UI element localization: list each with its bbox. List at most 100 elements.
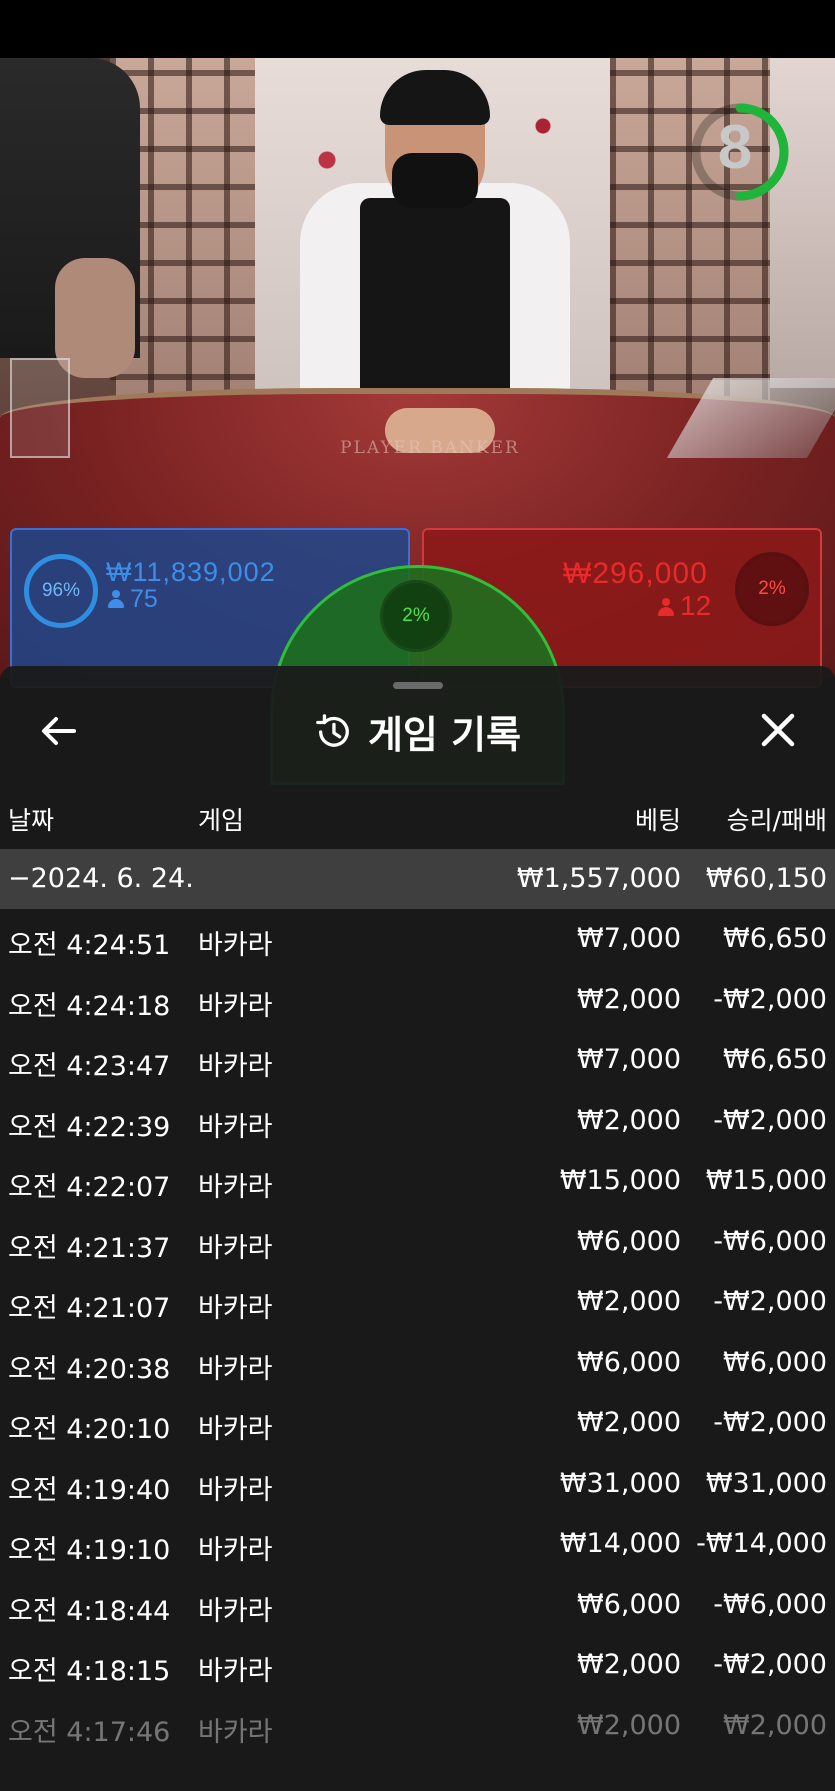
row-result: -₩2,000: [713, 1649, 827, 1680]
date-group-row[interactable]: −2024. 6. 24. ₩1,557,000 ₩60,150: [0, 849, 835, 909]
row-time: 오전 4:24:18: [8, 990, 171, 1022]
column-header-game: 게임: [198, 806, 245, 835]
history-row[interactable]: 오전 4:23:47 바카라 ₩7,000 ₩6,650: [0, 1030, 835, 1091]
row-bet: ₩7,000: [577, 923, 681, 954]
table-label: PLAYER BANKER: [340, 438, 520, 458]
row-result: -₩6,000: [713, 1225, 827, 1257]
row-result: ₩31,000: [705, 1467, 827, 1499]
row-time: 오전 4:19:10: [8, 1535, 171, 1566]
panel-header: 게임 기록: [0, 694, 835, 769]
history-row[interactable]: 오전 4:20:10 바카라 ₩2,000 -₩2,000: [0, 1393, 835, 1454]
person-icon: [658, 598, 674, 616]
history-row[interactable]: 오전 4:22:39 바카라 ₩2,000 -₩2,000: [0, 1091, 835, 1152]
row-time: 오전 4:17:46: [8, 1716, 171, 1748]
row-time: 오전 4:21:37: [8, 1232, 171, 1264]
close-icon[interactable]: [754, 706, 802, 754]
row-time: 오전 4:18:15: [8, 1656, 171, 1687]
row-bet: ₩2,000: [577, 983, 681, 1015]
row-result: -₩6,000: [713, 1588, 827, 1620]
history-row[interactable]: 오전 4:19:10 바카라 ₩14,000 -₩14,000: [0, 1514, 835, 1575]
row-time: 오전 4:24:51: [8, 930, 171, 961]
history-row[interactable]: 오전 4:22:07 바카라 ₩15,000 ₩15,000: [0, 1151, 835, 1212]
group-date: −2024. 6. 24.: [8, 863, 194, 894]
group-total-bet: ₩1,557,000: [516, 863, 681, 894]
row-time: 오전 4:19:40: [8, 1474, 171, 1506]
group-total-result: ₩60,150: [705, 863, 827, 894]
column-header-result: 승리/패배: [726, 806, 827, 835]
row-time: 오전 4:18:44: [8, 1595, 171, 1627]
row-bet: ₩2,000: [577, 1104, 681, 1136]
row-game: 바카라: [198, 1474, 273, 1506]
banker-total-amount: ₩296,000: [563, 557, 708, 590]
history-row[interactable]: 오전 4:24:51 바카라 ₩7,000 ₩6,650: [0, 909, 835, 970]
row-game: 바카라: [198, 1535, 273, 1566]
banker-percent: 2%: [735, 552, 809, 626]
card-shoe: [10, 358, 70, 458]
row-bet: ₩15,000: [559, 1165, 681, 1196]
countdown-timer-value: 8: [717, 113, 753, 182]
row-result: -₩2,000: [713, 1104, 827, 1136]
history-row[interactable]: 오전 4:21:37 바카라 ₩6,000 -₩6,000: [0, 1212, 835, 1273]
row-time: 오전 4:22:39: [8, 1111, 171, 1143]
row-game: 바카라: [198, 1111, 273, 1143]
row-result: ₩6,650: [723, 1044, 827, 1075]
row-game: 바카라: [198, 1232, 273, 1264]
row-game: 바카라: [198, 1595, 273, 1627]
history-row[interactable]: 오전 4:20:38 바카라 ₩6,000 ₩6,000: [0, 1333, 835, 1394]
game-history-panel: 게임 기록 날짜 게임 베팅 승리/패배 −2024. 6. 24. ₩1,55…: [0, 666, 835, 1791]
row-result: -₩14,000: [696, 1528, 827, 1559]
row-result: -₩2,000: [713, 1286, 827, 1317]
row-game: 바카라: [198, 1293, 273, 1324]
row-bet: ₩2,000: [577, 1286, 681, 1317]
status-bar: [0, 0, 835, 58]
row-game: 바카라: [198, 1414, 273, 1445]
row-time: 오전 4:21:07: [8, 1293, 171, 1324]
row-game: 바카라: [198, 1172, 273, 1203]
row-result: ₩6,650: [723, 923, 827, 954]
row-game: 바카라: [198, 1353, 273, 1385]
row-bet: ₩6,000: [577, 1225, 681, 1257]
person-icon: [108, 590, 124, 608]
row-game: 바카라: [198, 1656, 273, 1687]
history-row[interactable]: 오전 4:19:40 바카라 ₩31,000 ₩31,000: [0, 1454, 835, 1515]
history-row[interactable]: 오전 4:18:44 바카라 ₩6,000 -₩6,000: [0, 1575, 835, 1636]
panel-title-text: 게임 기록: [367, 713, 522, 757]
drag-handle[interactable]: [393, 682, 443, 689]
row-result: -₩2,000: [713, 983, 827, 1015]
row-result: ₩15,000: [705, 1165, 827, 1196]
row-result: -₩2,000: [713, 1407, 827, 1438]
row-time: 오전 4:20:38: [8, 1353, 171, 1385]
row-bet: ₩31,000: [559, 1467, 681, 1499]
row-bet: ₩6,000: [577, 1588, 681, 1620]
row-bet: ₩2,000: [577, 1407, 681, 1438]
row-bet: ₩2,000: [577, 1649, 681, 1680]
row-bet: ₩2,000: [577, 1709, 681, 1741]
row-result: ₩2,000: [723, 1709, 827, 1741]
row-bet: ₩6,000: [577, 1346, 681, 1378]
history-list: 오전 4:24:51 바카라 ₩7,000 ₩6,650 오전 4:24:18 바카라 ₩…: [0, 909, 835, 1756]
player-bettor-count: 75: [108, 585, 158, 614]
row-game: 바카라: [198, 930, 273, 961]
row-bet: ₩7,000: [577, 1044, 681, 1075]
column-header-bet: 베팅: [634, 806, 681, 835]
row-game: 바카라: [198, 1051, 273, 1082]
player-total-amount: ₩11,839,002: [106, 557, 276, 587]
history-row[interactable]: 오전 4:24:18 바카라 ₩2,000 -₩2,000: [0, 970, 835, 1031]
row-game: 바카라: [198, 990, 273, 1022]
row-game: 바카라: [198, 1716, 273, 1748]
row-time: 오전 4:23:47: [8, 1051, 171, 1082]
history-row[interactable]: 오전 4:17:46 바카라 ₩2,000 ₩2,000: [0, 1696, 835, 1757]
panel-title: 게임 기록: [0, 704, 835, 757]
player-percent: 96%: [24, 554, 98, 628]
dealer-mask: [392, 153, 478, 208]
row-bet: ₩14,000: [559, 1528, 681, 1559]
row-result: ₩6,000: [723, 1346, 827, 1378]
history-row[interactable]: 오전 4:18:15 바카라 ₩2,000 -₩2,000: [0, 1635, 835, 1696]
column-header-date: 날짜: [8, 806, 55, 835]
row-time: 오전 4:22:07: [8, 1172, 171, 1203]
history-icon: [316, 713, 349, 747]
banker-bettor-count: 12: [658, 590, 711, 622]
tie-percent: 2%: [380, 580, 452, 652]
history-row[interactable]: 오전 4:21:07 바카라 ₩2,000 -₩2,000: [0, 1272, 835, 1333]
row-time: 오전 4:20:10: [8, 1414, 171, 1445]
